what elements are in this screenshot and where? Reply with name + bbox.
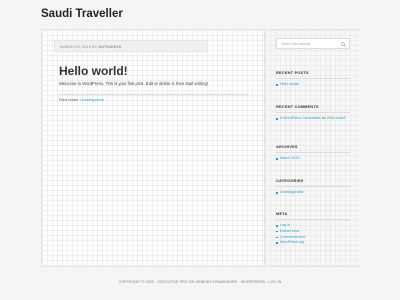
post-date: MARCH 20, 2019 — [60, 44, 91, 49]
widget-archives: ARCHIVES March 2019 — [276, 144, 356, 162]
page-container: MARCH 20, 2019 BY ALFRADESK Hello world!… — [41, 29, 360, 267]
recent-comment-item: A WordPress Commenter on Hello world! — [276, 116, 356, 122]
widget-title: RECENT POSTS — [276, 70, 309, 75]
widget-title: RECENT COMMENTS — [276, 104, 319, 109]
post-by: BY — [92, 44, 98, 49]
recent-post-link[interactable]: Hello world! — [276, 82, 356, 88]
widget-recent-posts: RECENT POSTS Hello world! — [276, 70, 356, 88]
widget-divider — [276, 112, 350, 113]
widget-meta: META Log in Entries feed Comments feed W… — [276, 211, 356, 246]
widget-title: META — [276, 211, 288, 216]
comment-on-text: on — [321, 116, 326, 120]
footer-text: COPYRIGHT © 2020 · EXECUTIVE PRO ON GENE… — [118, 280, 282, 284]
widget-divider — [276, 186, 350, 187]
comment-post-link[interactable]: Hello world! — [327, 116, 346, 120]
post-divider — [59, 94, 249, 95]
widget-title: CATEGORIES — [276, 178, 304, 183]
widget-recent-comments: RECENT COMMENTS A WordPress Commenter on… — [276, 104, 356, 122]
widget-title: ARCHIVES — [276, 144, 298, 149]
site-title[interactable]: Saudi Traveller — [41, 8, 123, 20]
post-author-link[interactable]: ALFRADESK — [98, 45, 121, 49]
post-meta: MARCH 20, 2019 BY ALFRADESK — [54, 40, 208, 52]
commenter-link[interactable]: A WordPress Commenter — [280, 116, 321, 120]
sidebar: Search this website RECENT POSTS Hello w… — [264, 30, 360, 266]
archive-link[interactable]: March 2019 — [276, 156, 356, 162]
meta-link-wordpress-org[interactable]: WordPress.org — [276, 240, 356, 246]
widget-divider — [276, 152, 350, 153]
widget-categories: CATEGORIES Uncategorized — [276, 178, 356, 196]
category-link[interactable]: Uncategorized — [80, 98, 104, 102]
search-input[interactable]: Search this website — [276, 38, 350, 49]
filed-under-label: Filed Under: — [59, 98, 80, 102]
post-body: Welcome to WordPress. This is your first… — [59, 81, 208, 86]
widget-divider — [276, 219, 350, 220]
post-title[interactable]: Hello world! — [59, 64, 128, 78]
main-content: MARCH 20, 2019 BY ALFRADESK Hello world!… — [42, 30, 264, 266]
search-icon[interactable] — [341, 41, 346, 47]
widget-divider — [276, 78, 350, 79]
search-placeholder: Search this website — [281, 42, 311, 47]
category-link[interactable]: Uncategorized — [276, 190, 356, 196]
post-footer: Filed Under: Uncategorized — [59, 98, 104, 102]
